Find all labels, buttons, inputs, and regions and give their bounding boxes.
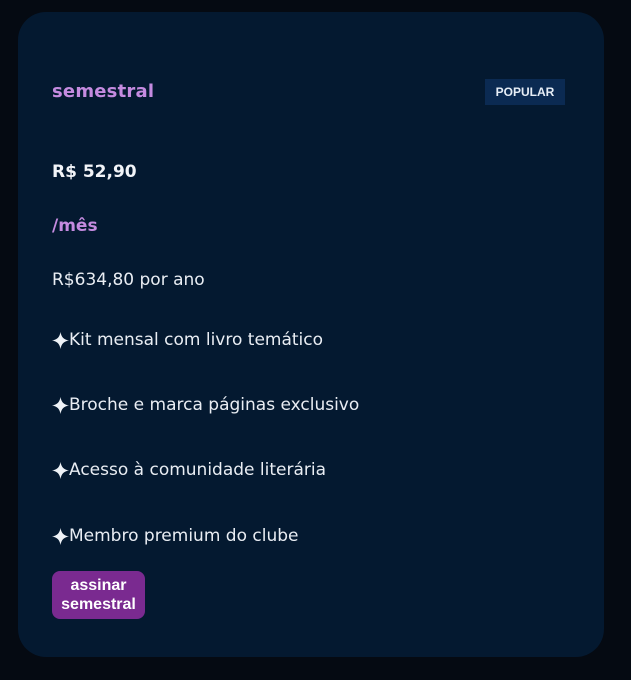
popular-badge: POPULAR	[485, 79, 565, 105]
sparkle-icon	[52, 461, 69, 479]
feature-label: Broche e marca páginas exclusivo	[69, 395, 360, 415]
price-period: /mês	[52, 216, 98, 236]
feature-label: Membro premium do clube	[69, 526, 299, 546]
feature-label: Kit mensal com livro temático	[69, 330, 324, 350]
feature-item: Broche e marca páginas exclusivo	[52, 395, 359, 415]
feature-item: Kit mensal com livro temático	[52, 330, 323, 350]
sparkle-icon	[52, 331, 69, 349]
sparkle-icon	[52, 527, 69, 545]
sparkle-icon	[52, 396, 69, 414]
yearly-price: R$634,80 por ano	[52, 270, 205, 290]
plan-name: semestral	[52, 81, 155, 102]
plan-price: R$ 52,90	[52, 162, 137, 182]
subscribe-button[interactable]: assinar semestral	[52, 571, 145, 619]
pricing-card: semestral POPULAR R$ 52,90 /mês R$634,80…	[18, 12, 604, 657]
feature-item: Acesso à comunidade literária	[52, 460, 326, 480]
feature-label: Acesso à comunidade literária	[69, 460, 327, 480]
feature-item: Membro premium do clube	[52, 526, 298, 546]
